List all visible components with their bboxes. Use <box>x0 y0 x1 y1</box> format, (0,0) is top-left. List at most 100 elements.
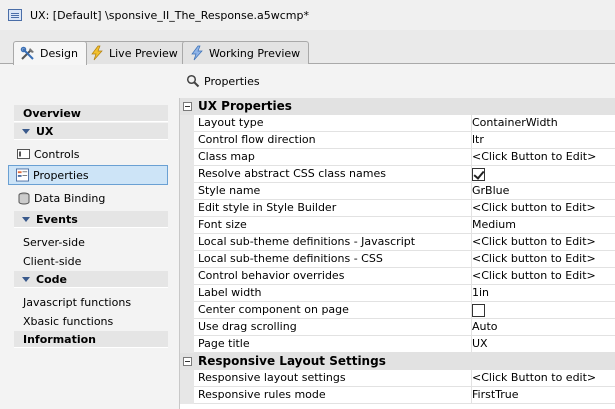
sidebar-section-events[interactable]: Events <box>14 211 168 228</box>
property-category-label: UX Properties <box>198 99 292 113</box>
property-name: Use drag scrolling <box>194 319 472 336</box>
property-value[interactable]: UX <box>472 336 615 353</box>
sidebar-section-information[interactable]: Information <box>14 331 168 348</box>
property-row[interactable]: Style name GrBlue <box>180 183 615 200</box>
property-row[interactable]: Responsive layout settings <Click Button … <box>180 370 615 387</box>
row-gutter <box>180 319 194 336</box>
row-gutter <box>180 149 194 166</box>
tab-live-preview[interactable]: Live Preview <box>82 41 187 64</box>
component-window-icon <box>8 9 22 21</box>
sidebar-item-label: Data Binding <box>34 191 106 205</box>
sidebar-item-label: Xbasic functions <box>23 314 114 328</box>
collapse-toggle-icon[interactable] <box>183 102 192 111</box>
collapse-triangle-icon <box>22 128 30 134</box>
property-checkbox[interactable] <box>472 304 485 317</box>
sidebar-item-properties[interactable]: Properties <box>8 165 168 185</box>
property-grid: UX Properties Layout type ContainerWidth Co… <box>179 98 615 409</box>
sidebar-item-label: Server-side <box>23 235 85 249</box>
property-row[interactable]: Resolve abstract CSS class names <box>180 166 615 183</box>
property-value[interactable]: <Click button to Edit> <box>472 200 615 217</box>
window-title: UX: [Default] \sponsive_II_The_Response.… <box>30 8 310 22</box>
property-row[interactable]: Local sub-theme definitions - Javascript… <box>180 234 615 251</box>
collapse-triangle-icon <box>22 216 30 222</box>
sidebar-item-label: Client-side <box>23 254 82 268</box>
property-row[interactable]: Use drag scrolling Auto <box>180 319 615 336</box>
property-value[interactable]: Auto <box>472 319 615 336</box>
property-value[interactable] <box>472 166 615 183</box>
property-value[interactable]: <Click button to Edit> <box>472 234 615 251</box>
sidebar-section-ux[interactable]: UX <box>14 123 168 140</box>
property-row[interactable]: Control flow direction ltr <box>180 132 615 149</box>
row-gutter <box>180 251 194 268</box>
property-row[interactable]: Class map <Click Button to Edit> <box>180 149 615 166</box>
database-icon <box>17 192 30 205</box>
property-name: Layout type <box>194 115 472 132</box>
search-icon <box>186 74 200 88</box>
sidebar-item-label: Javascript functions <box>23 295 132 309</box>
property-value[interactable]: <Click Button to Edit> <box>472 149 615 166</box>
property-row[interactable]: Control behavior overrides <Click button … <box>180 268 615 285</box>
sidebar-item-server-side[interactable]: Server-side <box>13 232 168 252</box>
lightning-icon <box>89 45 105 61</box>
view-tab-bar: Design Live Preview Working Preview <box>0 30 615 65</box>
tab-working-preview[interactable]: Working Preview <box>182 41 310 64</box>
property-row[interactable]: Center component on page <box>180 302 615 319</box>
property-row[interactable]: Edit style in Style Builder <Click button… <box>180 200 615 217</box>
property-value[interactable]: <Click Button to edit> <box>472 370 615 387</box>
property-value[interactable]: ltr <box>472 132 615 149</box>
property-row[interactable]: Local sub-theme definitions - CSS <Click … <box>180 251 615 268</box>
sidebar-section-label: Events <box>36 212 78 226</box>
row-gutter <box>180 285 194 302</box>
tab-design-label: Design <box>40 47 78 60</box>
tab-design[interactable]: Design <box>13 41 87 65</box>
window-title-bar: UX: [Default] \sponsive_II_The_Response.… <box>0 0 615 30</box>
property-category-label: Responsive Layout Settings <box>198 354 386 368</box>
property-value[interactable] <box>472 302 615 319</box>
sidebar-item-xbasic-functions[interactable]: Xbasic functions <box>13 311 168 331</box>
tab-working-preview-label: Working Preview <box>209 46 301 60</box>
property-row[interactable]: Layout type ContainerWidth <box>180 115 615 132</box>
sidebar-item-data-binding[interactable]: Data Binding <box>13 188 168 208</box>
property-category[interactable]: Responsive Layout Settings <box>180 353 615 370</box>
property-row[interactable]: Label width 1in <box>180 285 615 302</box>
collapse-toggle-icon[interactable] <box>183 357 192 366</box>
panel-title: Properties <box>204 74 260 88</box>
property-value[interactable]: <Click button to Edit> <box>472 268 615 285</box>
property-row[interactable]: Font size Medium <box>180 217 615 234</box>
sidebar-section-label: Code <box>36 272 67 286</box>
property-value[interactable]: FirstTrue <box>472 387 615 404</box>
property-name: Page title <box>194 336 472 353</box>
property-value[interactable]: <Click button to Edit> <box>472 251 615 268</box>
row-gutter <box>180 234 194 251</box>
property-name: Edit style in Style Builder <box>194 200 472 217</box>
property-name: Center component on page <box>194 302 472 319</box>
sidebar-section-label: UX <box>36 124 54 138</box>
property-value[interactable]: Medium <box>472 217 615 234</box>
property-name: Label width <box>194 285 472 302</box>
property-checkbox[interactable] <box>472 168 485 181</box>
sidebar-section-label: Overview <box>23 106 81 120</box>
row-gutter <box>180 336 194 353</box>
sidebar-section-overview[interactable]: Overview <box>14 105 168 122</box>
property-row[interactable]: Page title UX <box>180 336 615 353</box>
design-tools-icon <box>20 46 36 62</box>
property-name: Control flow direction <box>194 132 472 149</box>
property-name: Style name <box>194 183 472 200</box>
property-row[interactable]: Responsive rules mode FirstTrue <box>180 387 615 404</box>
property-name: Control behavior overrides <box>194 268 472 285</box>
property-value[interactable]: 1in <box>472 285 615 302</box>
property-value[interactable]: GrBlue <box>472 183 615 200</box>
row-gutter <box>180 166 194 183</box>
property-category[interactable]: UX Properties <box>180 98 615 115</box>
sidebar-section-code[interactable]: Code <box>14 271 168 288</box>
controls-icon <box>17 148 30 161</box>
property-name: Responsive rules mode <box>194 387 472 404</box>
row-gutter <box>180 217 194 234</box>
lightning-icon <box>189 45 205 61</box>
sidebar-item-client-side[interactable]: Client-side <box>13 251 168 271</box>
property-name: Local sub-theme definitions - CSS <box>194 251 472 268</box>
panel-title-bar: Properties <box>178 64 615 98</box>
sidebar-item-controls[interactable]: Controls <box>13 144 168 164</box>
sidebar-item-javascript-functions[interactable]: Javascript functions <box>13 292 168 312</box>
property-value[interactable]: ContainerWidth <box>472 115 615 132</box>
